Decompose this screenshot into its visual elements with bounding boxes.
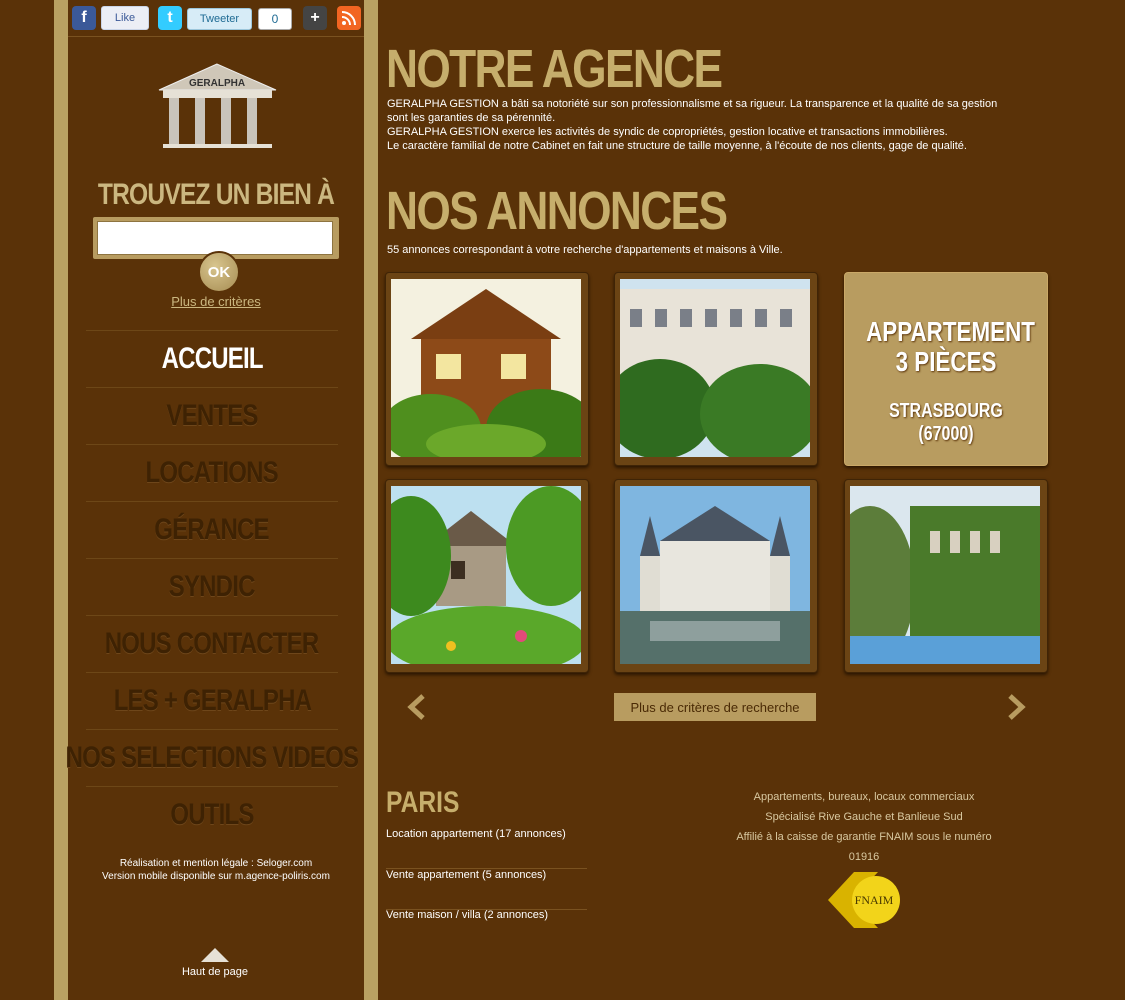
fnaim-text: FNAIM	[855, 893, 894, 907]
highlight-title: APPARTEMENT 3 PIÈCES	[866, 316, 1035, 377]
nav-item-les-plus[interactable]: LES + GERALPHA	[86, 672, 338, 729]
nav-item-outils[interactable]: OUTILS	[86, 786, 338, 843]
right-border	[364, 0, 378, 1000]
up-arrow-icon	[201, 948, 229, 962]
listings-summary: 55 annonces correspondant à votre recher…	[387, 244, 783, 256]
listing-card-4[interactable]	[614, 479, 818, 673]
listing-card-2[interactable]	[605, 272, 820, 466]
social-bar: f Like t Tweeter 0 +	[68, 0, 364, 37]
main-nav: ACCUEIL VENTES LOCATIONS GÉRANCE SYNDIC …	[66, 330, 359, 843]
nav-item-gerance[interactable]: GÉRANCE	[86, 501, 338, 558]
paris-link-vente-maison[interactable]: Vente maison / villa (2 annonces)	[386, 909, 587, 949]
credits-line-1[interactable]: Réalisation et mention légale : Seloger.…	[68, 857, 364, 870]
agency-description: GERALPHA GESTION a bâti sa notoriété sur…	[387, 97, 1007, 153]
listing-card-1[interactable]	[381, 272, 596, 469]
listing-card-highlight[interactable]: APPARTEMENT 3 PIÈCES STRASBOURG (67000)	[844, 272, 1048, 466]
back-to-top-link[interactable]: Haut de page	[170, 948, 260, 978]
rss-icon[interactable]	[337, 6, 361, 30]
credits-line-2[interactable]: Version mobile disponible sur m.agence-p…	[68, 870, 364, 883]
twitter-icon[interactable]: t	[158, 6, 182, 30]
nav-item-accueil[interactable]: ACCUEIL	[86, 330, 338, 387]
paris-title: PARIS	[386, 786, 460, 819]
nav-item-syndic[interactable]: SYNDIC	[86, 558, 338, 615]
chalet-photo	[381, 279, 596, 469]
tweet-button[interactable]: Tweeter	[187, 8, 252, 30]
chateau-photo	[620, 486, 810, 664]
listing-card-3[interactable]	[371, 479, 596, 676]
search-input[interactable]	[97, 221, 333, 255]
footer-line-1: Appartements, bureaux, locaux commerciau…	[753, 791, 975, 803]
listings-title: NOS ANNONCES	[386, 181, 728, 241]
stone-house-photo	[371, 486, 596, 676]
highlight-city: STRASBOURG (67000)	[889, 400, 1003, 445]
more-criteria-link[interactable]: Plus de critères	[68, 294, 364, 309]
agency-title: NOTRE AGENCE	[386, 39, 723, 99]
credits: Réalisation et mention légale : Seloger.…	[68, 857, 364, 883]
fnaim-logo[interactable]: FNAIM	[828, 870, 904, 930]
agency-paragraph-2: GERALPHA GESTION exerce les activités de…	[387, 126, 948, 138]
ivy-villa-photo	[825, 486, 1040, 666]
footer-line-3: Affilié à la caisse de garantie FNAIM so…	[736, 831, 992, 843]
paris-link-vente-appartement[interactable]: Vente appartement (5 annonces)	[386, 869, 587, 910]
nav-item-locations[interactable]: LOCATIONS	[86, 444, 338, 501]
search-title: TROUVEZ UN BIEN À	[97, 178, 335, 211]
paris-link-location[interactable]: Location appartement (17 annonces)	[386, 828, 587, 869]
google-plus-icon[interactable]: +	[303, 6, 327, 30]
ok-button[interactable]: OK	[198, 251, 240, 293]
left-border	[54, 0, 68, 1000]
back-to-top-label: Haut de page	[181, 966, 249, 978]
footer-line-2: Spécialisé Rive Gauche et Banlieue Sud	[765, 811, 963, 823]
agency-paragraph-1: GERALPHA GESTION a bâti sa notoriété sur…	[387, 98, 998, 124]
facebook-icon[interactable]: f	[72, 6, 96, 30]
previous-arrow-icon[interactable]	[403, 692, 433, 722]
nav-item-videos[interactable]: NOS SELECTIONS VIDEOS	[66, 729, 359, 786]
facebook-like-button[interactable]: Like	[101, 6, 149, 30]
footer-line-4: 01916	[848, 851, 880, 863]
more-search-criteria-button[interactable]: Plus de critères de recherche	[614, 693, 816, 721]
logo-text: GERALPHA	[189, 78, 245, 89]
agency-paragraph-3: Le caractère familial de notre Cabinet e…	[387, 140, 967, 152]
nav-item-ventes[interactable]: VENTES	[86, 387, 338, 444]
tweet-count: 0	[258, 8, 292, 30]
listing-card-5[interactable]	[825, 479, 1048, 673]
footer-info: Appartements, bureaux, locaux commerciau…	[714, 787, 1014, 867]
geralpha-logo[interactable]: GERALPHA	[155, 62, 280, 150]
nav-item-contact[interactable]: NOUS CONTACTER	[86, 615, 338, 672]
next-arrow-icon[interactable]	[1000, 692, 1030, 722]
paris-building-photo	[605, 279, 820, 464]
